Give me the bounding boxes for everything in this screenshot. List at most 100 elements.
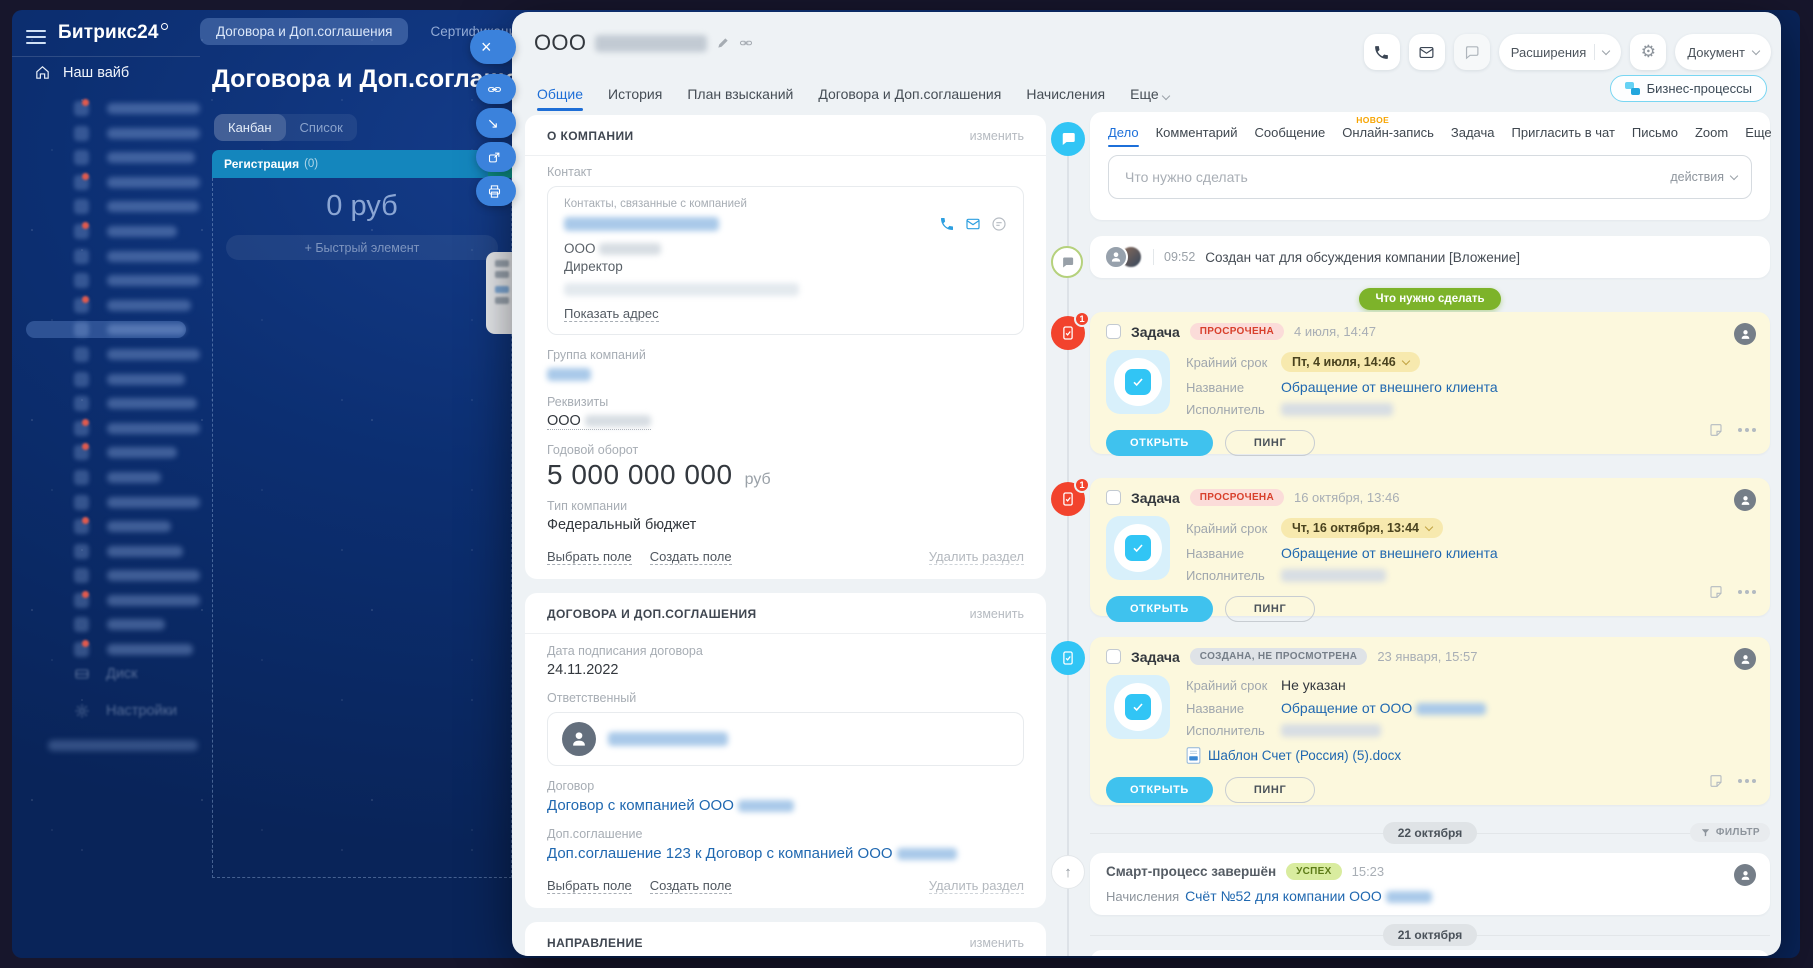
sidebar-item-selected[interactable] bbox=[26, 321, 186, 338]
open-task-button[interactable]: ОТКРЫТЬ bbox=[1106, 596, 1213, 622]
actions-dropdown[interactable]: действия bbox=[1670, 170, 1737, 184]
scroll-up-icon[interactable]: ↑ bbox=[1051, 855, 1085, 889]
call-button[interactable] bbox=[1364, 34, 1400, 70]
tl-tab-online-booking[interactable]: НОВОЕОнлайн-запись bbox=[1342, 125, 1434, 147]
requisites-link[interactable]: ООО bbox=[547, 413, 651, 430]
sidebar-item-redacted[interactable] bbox=[12, 100, 200, 117]
sidebar-item-redacted[interactable] bbox=[12, 395, 200, 412]
responsible-card[interactable] bbox=[547, 712, 1024, 766]
sidebar-item-redacted[interactable] bbox=[12, 223, 200, 240]
tl-tab-comment[interactable]: Комментарий bbox=[1156, 125, 1238, 147]
sidebar-item-redacted[interactable] bbox=[12, 371, 200, 388]
chat-created-entry[interactable]: 09:52 Создан чат для обсуждения компании… bbox=[1090, 236, 1770, 278]
tl-tab-more[interactable]: Еще bbox=[1745, 125, 1772, 147]
sidebar-item-redacted[interactable] bbox=[12, 616, 200, 633]
create-field-link[interactable]: Создать поле bbox=[650, 549, 732, 565]
top-tab-contracts[interactable]: Договора и Доп.соглашения bbox=[200, 18, 408, 45]
phone-icon[interactable] bbox=[939, 216, 955, 232]
tab-general[interactable]: Общие bbox=[537, 86, 583, 111]
ping-button[interactable]: ПИНГ bbox=[1225, 430, 1315, 456]
tab-history[interactable]: История bbox=[608, 86, 662, 111]
note-icon[interactable] bbox=[1708, 422, 1724, 438]
sidebar-item-redacted[interactable] bbox=[12, 567, 200, 584]
copy-link-button[interactable] bbox=[476, 74, 516, 104]
group-value-redacted[interactable] bbox=[547, 366, 1024, 382]
view-list-button[interactable]: Список bbox=[286, 114, 357, 141]
deadline-pill[interactable]: Чт, 16 октября, 13:44 bbox=[1281, 518, 1443, 538]
participants-button[interactable] bbox=[1734, 323, 1756, 345]
business-processes-button[interactable]: Бизнес-процессы bbox=[1610, 75, 1767, 102]
sidebar-item-redacted[interactable] bbox=[12, 272, 200, 289]
document-button[interactable]: Документ bbox=[1675, 34, 1771, 70]
task-checkbox[interactable] bbox=[1106, 324, 1121, 339]
view-kanban-button[interactable]: Канбан bbox=[214, 114, 286, 141]
filter-button[interactable]: ФИЛЬТР bbox=[1690, 823, 1770, 842]
kanban-column-header[interactable]: Регистрация (0) bbox=[212, 150, 512, 178]
sidebar-item-redacted[interactable] bbox=[12, 543, 200, 560]
open-task-button[interactable]: ОТКРЫТЬ bbox=[1106, 777, 1213, 803]
edit-title-button[interactable] bbox=[716, 36, 730, 50]
note-icon[interactable] bbox=[1708, 584, 1724, 600]
contact-card[interactable]: Контакты, связанные с компанией ООО Д bbox=[547, 186, 1024, 335]
sidebar-item-redacted[interactable] bbox=[12, 174, 200, 191]
process-link[interactable]: Счёт №52 для компании ООО bbox=[1185, 888, 1432, 904]
sidebar-item-redacted[interactable] bbox=[12, 248, 200, 265]
note-icon[interactable] bbox=[1708, 773, 1724, 789]
brand-logo[interactable]: Битрикс24 bbox=[58, 22, 168, 44]
attachment-link[interactable]: Шаблон Счет (Россия) (5).docx bbox=[1208, 748, 1401, 763]
sidebar-item-redacted[interactable] bbox=[12, 346, 200, 363]
more-icon[interactable] bbox=[1738, 590, 1742, 594]
edit-section-link[interactable]: изменить bbox=[970, 607, 1024, 621]
extensions-button[interactable]: Расширения bbox=[1499, 34, 1622, 70]
todo-cta-button[interactable]: Что нужно сделать bbox=[1359, 288, 1500, 310]
sidebar-item-redacted[interactable] bbox=[12, 469, 200, 486]
create-field-link[interactable]: Создать поле bbox=[650, 878, 732, 894]
collapse-button[interactable]: ↘ bbox=[476, 108, 516, 138]
tab-contracts[interactable]: Договора и Доп.соглашения bbox=[818, 86, 1001, 111]
participants-button[interactable] bbox=[1734, 864, 1756, 886]
sidebar-item-redacted[interactable] bbox=[12, 494, 200, 511]
tl-tab-message[interactable]: Сообщение bbox=[1254, 125, 1325, 147]
sidebar-item-disk[interactable]: Диск bbox=[12, 666, 200, 683]
settings-button[interactable]: ⚙ bbox=[1630, 34, 1666, 70]
copy-link-title-button[interactable] bbox=[739, 36, 753, 50]
sidebar-item-redacted[interactable] bbox=[12, 518, 200, 535]
sidebar-item-redacted[interactable] bbox=[12, 592, 200, 609]
addendum-link[interactable]: Доп.соглашение 123 к Договор с компанией… bbox=[547, 845, 957, 862]
todo-input[interactable] bbox=[1123, 168, 1670, 186]
delete-section-link[interactable]: Удалить раздел bbox=[929, 549, 1024, 565]
ping-button[interactable]: ПИНГ bbox=[1225, 596, 1315, 622]
edit-section-link[interactable]: изменить bbox=[970, 936, 1024, 950]
sidebar-item-redacted[interactable] bbox=[12, 198, 200, 215]
task-checkbox[interactable] bbox=[1106, 649, 1121, 664]
chat-button[interactable] bbox=[1454, 34, 1490, 70]
edit-section-link[interactable]: изменить bbox=[970, 129, 1024, 143]
show-address-link[interactable]: Показать адрес bbox=[564, 306, 659, 322]
sidebar-item-redacted[interactable] bbox=[12, 149, 200, 166]
sidebar-item-redacted[interactable] bbox=[12, 297, 200, 314]
print-button[interactable] bbox=[476, 176, 516, 206]
open-task-button[interactable]: ОТКРЫТЬ bbox=[1106, 430, 1213, 456]
tl-tab-deal[interactable]: Дело bbox=[1108, 125, 1139, 147]
participants-button[interactable] bbox=[1734, 489, 1756, 511]
sidebar-item-redacted[interactable] bbox=[48, 740, 198, 751]
envelope-icon[interactable] bbox=[965, 216, 981, 232]
delete-section-link[interactable]: Удалить раздел bbox=[929, 878, 1024, 894]
tl-tab-task[interactable]: Задача bbox=[1451, 125, 1495, 147]
task-name-link[interactable]: Обращение от ООО bbox=[1281, 700, 1486, 716]
sidebar-item-redacted[interactable] bbox=[12, 444, 200, 461]
close-button[interactable]: × bbox=[470, 30, 516, 64]
contract-link[interactable]: Договор с компанией ООО bbox=[547, 797, 794, 814]
open-new-window-button[interactable] bbox=[476, 142, 516, 172]
email-button[interactable] bbox=[1409, 34, 1445, 70]
task-name-link[interactable]: Обращение от внешнего клиента bbox=[1281, 545, 1498, 561]
sidebar-item-redacted[interactable] bbox=[12, 420, 200, 437]
sidebar-item-redacted[interactable] bbox=[12, 641, 200, 658]
select-field-link[interactable]: Выбрать поле bbox=[547, 549, 632, 565]
ping-button[interactable]: ПИНГ bbox=[1225, 777, 1315, 803]
sidebar-item-redacted[interactable] bbox=[12, 125, 200, 142]
tab-recovery-plan[interactable]: План взысканий bbox=[687, 86, 793, 111]
quick-add-button[interactable]: + Быстрый элемент bbox=[226, 235, 498, 260]
more-icon[interactable] bbox=[1738, 779, 1742, 783]
tl-tab-zoom[interactable]: Zoom bbox=[1695, 125, 1728, 147]
